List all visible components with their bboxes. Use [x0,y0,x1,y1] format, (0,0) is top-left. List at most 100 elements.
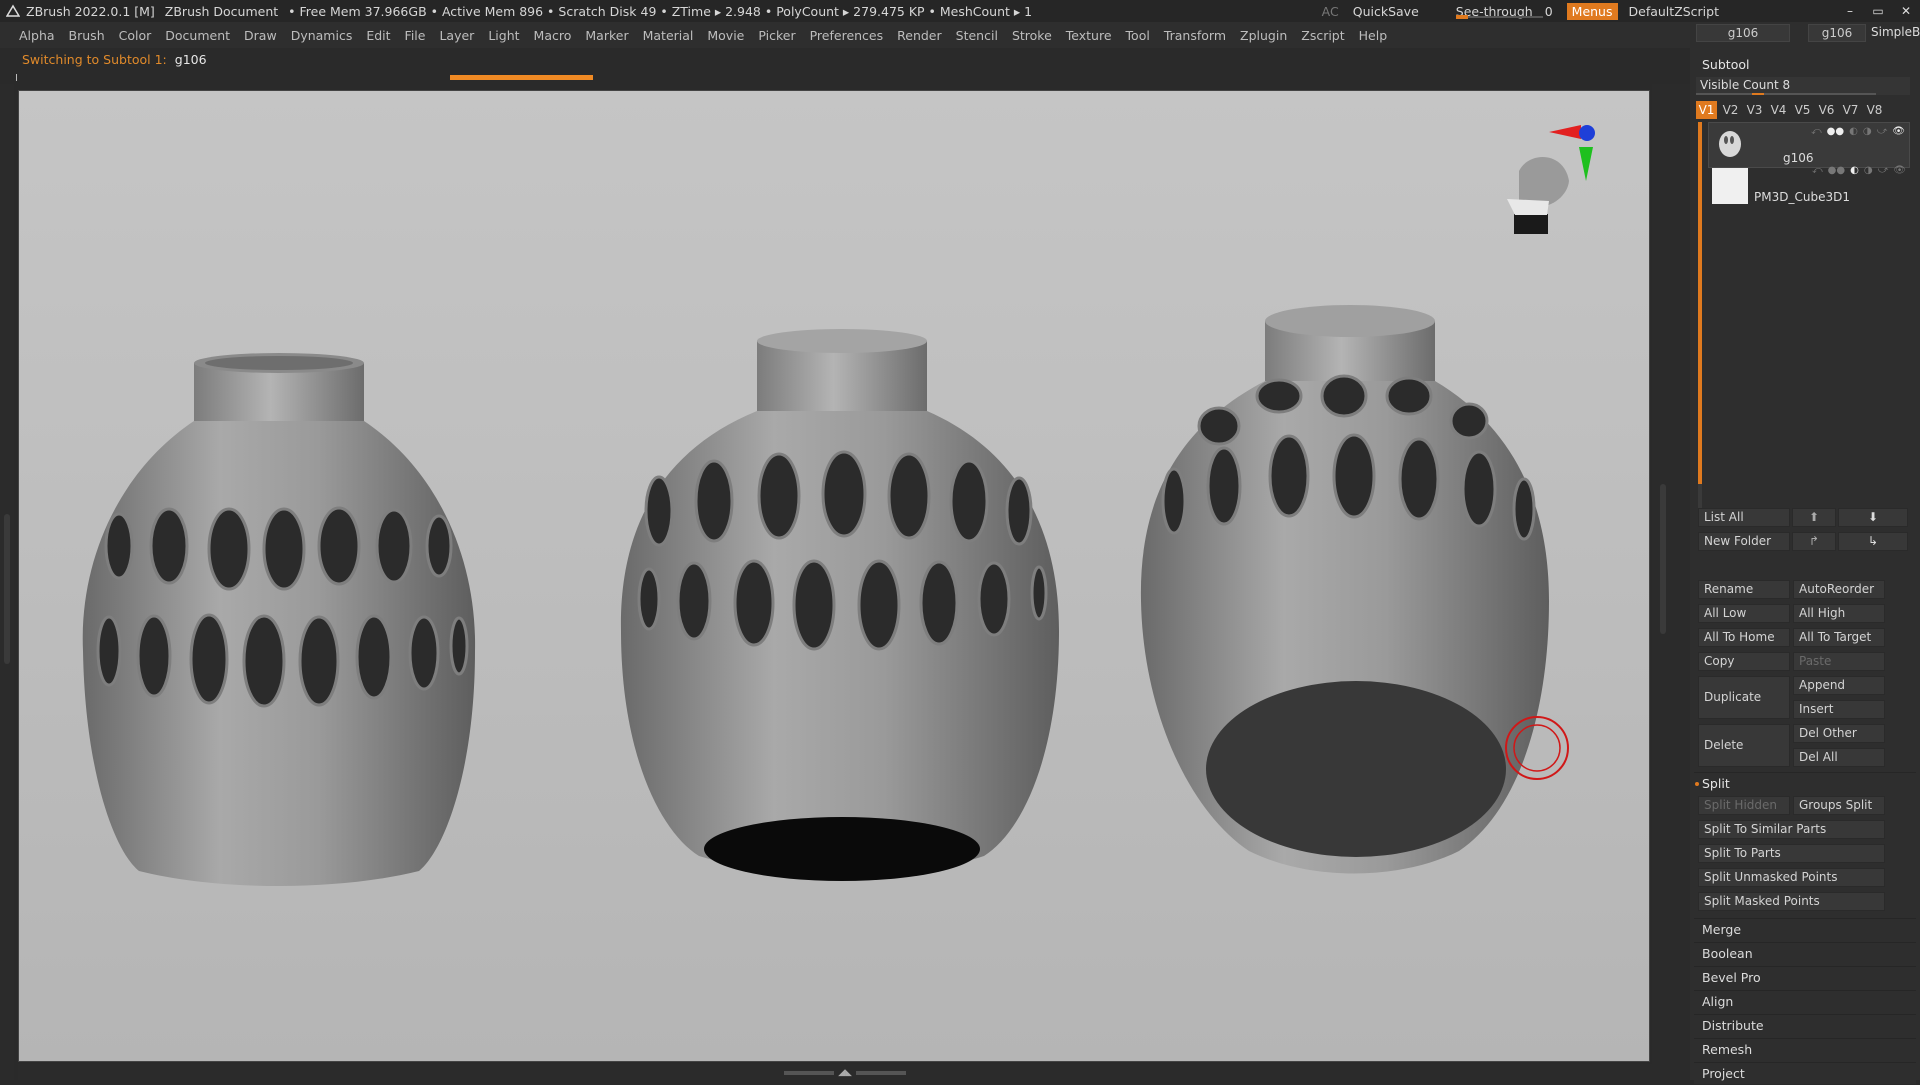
see-through-value: 0 [1544,3,1553,19]
navigation-gizmo[interactable] [1507,125,1595,234]
bottom-tray[interactable]: ◢◣ [18,1064,1652,1080]
menu-texture[interactable]: Texture [1059,28,1119,43]
duplicate-button[interactable]: Duplicate [1698,676,1790,719]
split-hidden-button[interactable]: Split Hidden [1698,796,1790,815]
split-to-parts-button[interactable]: Split To Parts [1698,844,1885,863]
menu-light[interactable]: Light [481,28,526,43]
split-to-similar-parts-button[interactable]: Split To Similar Parts [1698,820,1885,839]
subtool-controls[interactable]: ⤺ ●● ◐ ◑ ⤻ 👁 [1811,126,1905,137]
paste-button[interactable]: Paste [1793,652,1885,671]
menu-alpha[interactable]: Alpha [12,28,62,43]
menu-marker[interactable]: Marker [578,28,635,43]
menu-document[interactable]: Document [158,28,237,43]
subtool-controls[interactable]: ⤺ ●● ◐ ◑ ⤻ 👁 [1812,165,1906,176]
subtool-item-pm3d-cube3d1[interactable]: ⤺ ●● ◐ ◑ ⤻ 👁 PM3D_Cube3D1 [1708,162,1910,210]
document-title: ZBrush Document [164,3,279,19]
subtool-header[interactable]: Subtool [1694,55,1916,75]
menu-file[interactable]: File [398,28,433,43]
maximize-icon[interactable]: ▭ [1864,4,1892,18]
see-through-slider[interactable]: See-through 0 [1446,4,1563,19]
quicksave-button[interactable]: QuickSave [1346,4,1426,19]
tool-thumbnail[interactable]: g106 [1808,24,1866,42]
visibility-tab-v7[interactable]: V7 [1840,101,1861,119]
split-masked-points-button[interactable]: Split Masked Points [1698,892,1885,911]
all-low-button[interactable]: All Low [1698,604,1790,623]
menu-edit[interactable]: Edit [359,28,397,43]
folder-action-icon[interactable]: ↱ [1792,532,1836,551]
list-all-button[interactable]: List All [1698,508,1790,527]
all-high-button[interactable]: All High [1793,604,1885,623]
visible-count-slider[interactable]: Visible Count 8 [1696,77,1910,95]
rename-button[interactable]: Rename [1698,580,1790,599]
menu-macro[interactable]: Macro [527,28,579,43]
ac-toggle[interactable]: AC [1315,4,1346,19]
visibility-tab-v3[interactable]: V3 [1744,101,1765,119]
tool-quick-bar: g106 g106 SimpleB [1690,22,1920,44]
menu-dynamics[interactable]: Dynamics [284,28,360,43]
visibility-tab-v2[interactable]: V2 [1720,101,1741,119]
menu-picker[interactable]: Picker [751,28,802,43]
align-section-header[interactable]: Align [1694,990,1916,1012]
progress-bar [16,74,1649,81]
menu-stencil[interactable]: Stencil [949,28,1005,43]
boolean-section-header[interactable]: Boolean [1694,942,1916,964]
visibility-tab-v1[interactable]: V1 [1696,101,1717,119]
menu-transform[interactable]: Transform [1157,28,1233,43]
menu-movie[interactable]: Movie [700,28,751,43]
new-folder-button[interactable]: New Folder [1698,532,1790,551]
distribute-section-header[interactable]: Distribute [1694,1014,1916,1036]
all-to-target-button[interactable]: All To Target [1793,628,1885,647]
split-section-header[interactable]: Split [1694,772,1916,794]
progress-fill [450,75,593,80]
move-up-icon[interactable]: ⬆ [1792,508,1836,527]
insert-button[interactable]: Insert [1793,700,1885,719]
all-to-home-button[interactable]: All To Home [1698,628,1790,647]
menu-material[interactable]: Material [636,28,701,43]
menu-brush[interactable]: Brush [62,28,112,43]
current-tool-slot[interactable]: g106 [1696,24,1790,42]
bottom-tray-handle[interactable]: ◢◣ [772,1069,918,1078]
groups-split-button[interactable]: Groups Split [1793,796,1885,815]
menu-stroke[interactable]: Stroke [1005,28,1059,43]
menu-draw[interactable]: Draw [237,28,284,43]
move-down-icon[interactable]: ⬇ [1838,508,1908,527]
left-tray[interactable] [0,84,14,1080]
menu-zscript[interactable]: Zscript [1294,28,1351,43]
default-zscript-button[interactable]: DefaultZScript [1622,4,1727,19]
visibility-tab-v4[interactable]: V4 [1768,101,1789,119]
merge-section-header[interactable]: Merge [1694,918,1916,940]
right-tray-divider[interactable] [1652,84,1690,1080]
append-button[interactable]: Append [1793,676,1885,695]
menu-layer[interactable]: Layer [432,28,481,43]
menus-button[interactable]: Menus [1566,2,1618,20]
close-icon[interactable]: ✕ [1892,4,1920,18]
g106-thumbnail-icon [1719,131,1741,157]
del-all-button[interactable]: Del All [1793,748,1885,767]
bevel-pro-section-header[interactable]: Bevel Pro [1694,966,1916,988]
canvas-viewport[interactable] [18,90,1650,1062]
visibility-tab-v6[interactable]: V6 [1816,101,1837,119]
split-unmasked-points-button[interactable]: Split Unmasked Points [1698,868,1885,887]
folder-enter-icon[interactable]: ↳ [1838,532,1908,551]
simplebrush-label[interactable]: SimpleB [1871,25,1920,39]
zbrush-logo-icon [4,2,22,20]
remesh-section-header[interactable]: Remesh [1694,1038,1916,1060]
del-other-button[interactable]: Del Other [1793,724,1885,743]
menu-render[interactable]: Render [890,28,949,43]
status-subtool-name: g106 [174,51,207,67]
copy-button[interactable]: Copy [1698,652,1790,671]
menu-zplugin[interactable]: Zplugin [1233,28,1294,43]
subtool-scrollbar[interactable] [1698,122,1702,522]
menu-bar: Alpha Brush Color Document Draw Dynamics Edit F… [0,22,1690,48]
menu-preferences[interactable]: Preferences [803,28,891,43]
menu-help[interactable]: Help [1352,28,1395,43]
autoreorder-button[interactable]: AutoReorder [1793,580,1885,599]
visibility-tab-v5[interactable]: V5 [1792,101,1813,119]
menu-color[interactable]: Color [112,28,159,43]
menu-tool[interactable]: Tool [1119,28,1157,43]
cube-thumbnail-icon [1712,168,1748,204]
delete-button[interactable]: Delete [1698,724,1790,767]
minimize-icon[interactable]: – [1836,4,1864,18]
visibility-tab-v8[interactable]: V8 [1864,101,1885,119]
project-section-header[interactable]: Project [1694,1062,1916,1084]
